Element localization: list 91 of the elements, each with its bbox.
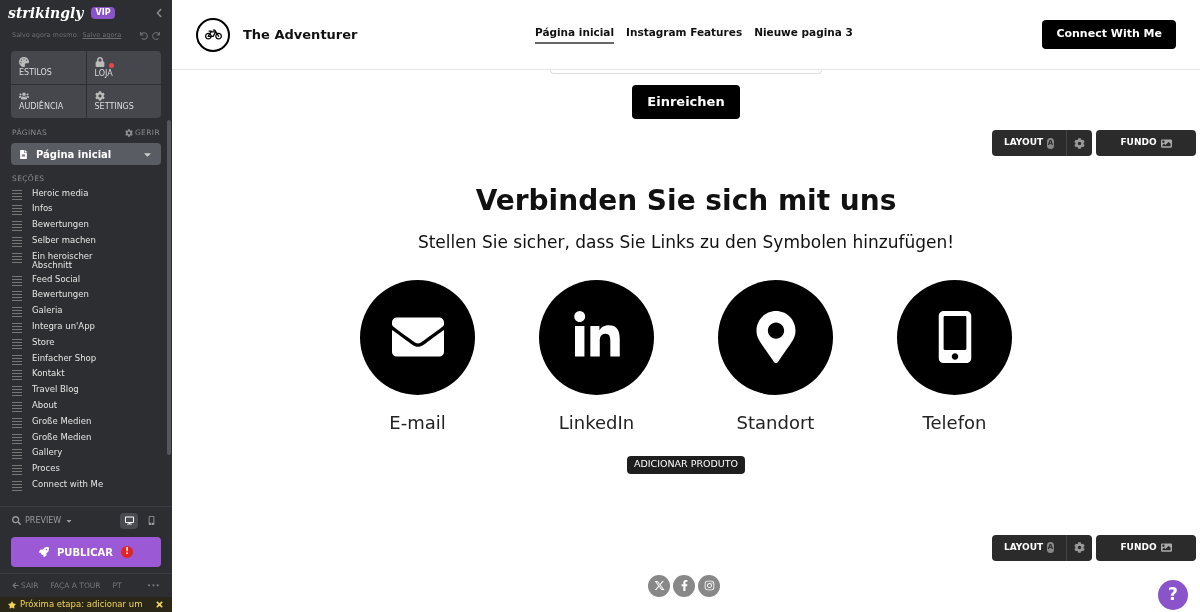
collapse-icon[interactable] — [154, 8, 164, 18]
instagram-icon[interactable] — [698, 574, 720, 597]
publish-button[interactable]: PUBLICAR ! — [11, 537, 161, 567]
submit-button[interactable]: Einreichen — [632, 85, 740, 119]
star-icon — [8, 600, 16, 609]
drag-handle-icon[interactable] — [12, 402, 22, 413]
section-item[interactable]: Große Medien — [12, 430, 160, 447]
background-button[interactable]: FUNDO — [1096, 130, 1196, 156]
section-heading: Verbinden Sie sich mit uns — [474, 183, 898, 219]
section-item[interactable]: Bewertungen — [12, 288, 160, 305]
search-icon — [12, 516, 21, 525]
vip-badge: VIP — [91, 7, 115, 19]
palette-icon — [19, 56, 29, 67]
drag-handle-icon[interactable] — [12, 338, 22, 349]
background-button[interactable]: FUNDO — [1096, 534, 1196, 561]
settings-icon — [124, 128, 133, 137]
monitor-icon — [124, 516, 134, 525]
section-item[interactable]: About — [12, 399, 160, 415]
drag-handle-icon[interactable] — [12, 205, 22, 216]
settings-icon — [1074, 542, 1085, 553]
drag-handle-icon[interactable] — [12, 275, 22, 286]
scrollbar[interactable] — [167, 120, 171, 455]
settings-icon — [1074, 137, 1085, 149]
x-logo-icon[interactable] — [648, 574, 670, 597]
drag-handle-icon[interactable] — [12, 370, 22, 381]
section-item[interactable]: Kontakt — [12, 367, 160, 384]
drag-handle-icon[interactable] — [12, 307, 22, 318]
sidebar-tool-button[interactable]: AUDIÊNCIA — [11, 85, 86, 118]
section-item[interactable]: Heroic media — [12, 186, 160, 203]
section-item[interactable]: Feed Social — [12, 272, 160, 289]
section-item[interactable]: Travel Blog — [12, 383, 160, 400]
section-item[interactable]: Integra un'App — [12, 320, 160, 336]
drag-handle-icon[interactable] — [12, 354, 22, 365]
section-item[interactable]: Connect with Me — [12, 478, 160, 494]
section-item[interactable]: Bewertungen — [12, 218, 160, 234]
help-button[interactable]: ? — [1158, 580, 1188, 610]
nav-link[interactable]: Nieuwe pagina 3 — [754, 24, 853, 45]
nav-link[interactable]: Instagram Features — [626, 24, 743, 45]
next-step-text: Próxima etapa: adicionar um — [20, 598, 143, 611]
section-item[interactable]: Gallery — [12, 446, 160, 463]
section-item[interactable]: Galeria — [12, 304, 160, 321]
redo-icon[interactable] — [152, 32, 160, 40]
section-item[interactable]: Ein heroischer Abschnitt — [12, 249, 160, 273]
drag-handle-icon[interactable] — [12, 221, 22, 232]
section-item[interactable]: Große Medien — [12, 414, 160, 431]
drag-handle-icon[interactable] — [12, 386, 22, 397]
contact-label: LinkedIn — [558, 410, 635, 435]
drag-handle-icon[interactable] — [12, 449, 22, 460]
section-item[interactable]: Proces — [12, 462, 160, 479]
section-item[interactable]: Infos — [12, 202, 160, 219]
drag-handle-icon[interactable] — [12, 291, 22, 302]
lock-icon — [94, 56, 105, 67]
settings-icon — [94, 90, 105, 101]
drag-handle-icon[interactable] — [12, 433, 22, 444]
contact-label: Telefon — [922, 410, 987, 435]
users-icon — [19, 90, 29, 101]
drag-handle-icon[interactable] — [12, 417, 22, 428]
contact-label: Standort — [736, 410, 815, 435]
sidebar-tool-button[interactable]: SETTINGS — [86, 85, 161, 118]
image-icon — [1160, 137, 1172, 149]
facebook-icon[interactable] — [673, 574, 695, 597]
sidebar-tool-button[interactable]: LOJA — [86, 51, 161, 84]
drag-handle-icon[interactable] — [12, 236, 22, 247]
drag-handle-icon[interactable] — [12, 189, 22, 200]
preview-button[interactable]: PREVIEW — [12, 514, 74, 527]
connect-button[interactable]: Connect With Me — [1042, 20, 1176, 49]
add-product-button[interactable]: ADICIONAR PRODUTO — [626, 455, 746, 474]
contact-label: E-mail — [389, 410, 446, 435]
alert-badge: ! — [120, 546, 133, 558]
drag-handle-icon[interactable] — [12, 323, 22, 334]
smartphone-icon — [146, 516, 156, 525]
site-title: The Adventurer — [243, 25, 359, 44]
section-item[interactable]: Einfacher Shop — [12, 351, 160, 368]
sidebar-tool-button[interactable]: ESTILOS — [11, 51, 86, 84]
drag-handle-icon[interactable] — [12, 481, 22, 492]
section-subheading: Stellen Sie sicher, dass Sie Links zu den Symbolen hinzufügen! — [416, 231, 956, 254]
drag-handle-icon[interactable] — [12, 465, 22, 476]
rocket-icon — [39, 547, 49, 557]
section-item[interactable]: Selber machen — [12, 233, 160, 250]
drag-handle-icon[interactable] — [12, 252, 22, 263]
desktop-view-button[interactable] — [120, 512, 138, 529]
close-icon[interactable] — [155, 600, 164, 609]
page-icon — [19, 149, 28, 159]
page-select[interactable]: Página inicial — [11, 143, 161, 166]
bicycle-logo-icon — [196, 17, 230, 52]
image-icon — [1160, 542, 1172, 553]
nav-link[interactable]: Página inicial — [535, 24, 614, 45]
logo: strikingly — [8, 3, 84, 23]
arrow-left-icon — [12, 582, 19, 589]
undo-icon[interactable] — [140, 32, 148, 40]
section-item[interactable]: Store — [12, 335, 160, 352]
